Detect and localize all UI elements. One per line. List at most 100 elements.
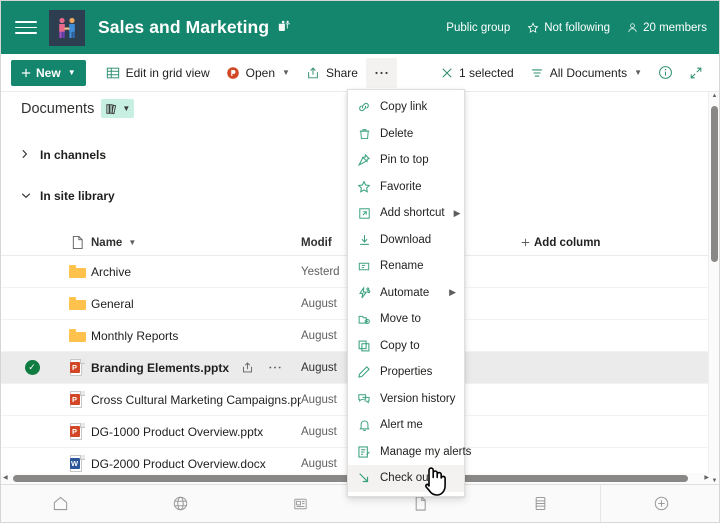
- chevron-down-icon: [21, 191, 31, 202]
- nav-group-label: In channels: [40, 148, 106, 162]
- edit-in-grid-view-label: Edit in grid view: [126, 66, 210, 80]
- check-circle-icon[interactable]: ✓: [25, 360, 40, 375]
- globe-icon: [172, 495, 189, 512]
- view-selector-button[interactable]: All Documents ▼: [522, 58, 650, 88]
- open-button[interactable]: Open ▼: [218, 58, 298, 88]
- column-header-filetype[interactable]: [63, 235, 91, 250]
- row-select-checkbox[interactable]: ✓: [1, 360, 63, 375]
- menu-item-label: Copy link: [380, 101, 427, 113]
- filter-lines-icon: [530, 66, 544, 80]
- move-folder-icon: [357, 313, 371, 326]
- menu-item-delete[interactable]: Delete: [348, 121, 464, 148]
- versions-icon: [357, 392, 371, 405]
- expand-button[interactable]: [681, 58, 711, 88]
- row-name-cell[interactable]: Archive: [91, 265, 301, 279]
- members-label: 20 members: [643, 22, 707, 34]
- share-icon[interactable]: [241, 361, 254, 374]
- bottom-nav-home[interactable]: [1, 485, 121, 522]
- row-name-cell[interactable]: Branding Elements.pptx: [91, 361, 301, 375]
- vertical-scrollbar-thumb[interactable]: [711, 106, 718, 262]
- edit-in-grid-view-button[interactable]: Edit in grid view: [98, 58, 218, 88]
- shortcut-arrow-icon: [357, 207, 371, 220]
- command-bar: New ▼ Edit in grid view Open ▼: [1, 54, 720, 92]
- row-file-icon: P: [63, 423, 91, 440]
- rename-icon: [357, 260, 371, 273]
- clear-selection-button[interactable]: 1 selected: [433, 58, 522, 88]
- column-header-name[interactable]: Name ▼: [91, 237, 301, 249]
- home-icon: [52, 495, 69, 512]
- details-pane-button[interactable]: [650, 58, 681, 88]
- row-name-cell[interactable]: General: [91, 297, 301, 311]
- share-button[interactable]: Share: [298, 58, 366, 88]
- scroll-right-arrow-icon[interactable]: ▶: [704, 474, 709, 481]
- chevron-down-icon: ▼: [634, 68, 642, 77]
- share-label: Share: [326, 66, 358, 80]
- file-icon: [413, 495, 428, 512]
- row-file-icon: [63, 297, 91, 310]
- row-file-icon: P: [63, 391, 91, 408]
- view-selector-label: All Documents: [550, 66, 627, 80]
- scroll-left-arrow-icon[interactable]: ◀: [3, 474, 8, 481]
- breadcrumb-documents-label[interactable]: Documents: [21, 101, 94, 117]
- person-icon: [627, 22, 638, 34]
- star-outline-icon: [527, 22, 539, 34]
- row-name-cell[interactable]: DG-1000 Product Overview.pptx: [91, 425, 301, 439]
- menu-item-check-out[interactable]: Check out: [348, 465, 464, 492]
- powerpoint-file-icon: P: [70, 359, 85, 376]
- menu-item-download[interactable]: Download: [348, 227, 464, 254]
- pin-icon: [357, 153, 371, 167]
- hamburger-icon[interactable]: [15, 17, 37, 39]
- menu-item-move-to[interactable]: Move to: [348, 306, 464, 333]
- follow-label: Not following: [544, 22, 610, 34]
- row-file-name: DG-1000 Product Overview.pptx: [91, 425, 263, 439]
- vertical-scrollbar[interactable]: ▲ ▼: [708, 92, 719, 485]
- download-icon: [357, 233, 371, 247]
- row-file-icon: P: [63, 359, 91, 376]
- nav-group-in-site-library[interactable]: In site library: [21, 189, 115, 203]
- menu-item-copy-link[interactable]: Copy link: [348, 94, 464, 121]
- menu-item-version-history[interactable]: Version history: [348, 386, 464, 413]
- menu-item-properties[interactable]: Properties: [348, 359, 464, 386]
- plus-icon: [21, 68, 31, 78]
- bottom-nav-list-database[interactable]: [480, 485, 600, 522]
- powerpoint-file-icon: P: [70, 391, 85, 408]
- menu-item-add-shortcut[interactable]: Add shortcut▶: [348, 200, 464, 227]
- row-file-name: DG-2000 Product Overview.docx: [91, 457, 266, 471]
- more-commands-button[interactable]: [366, 58, 397, 88]
- library-switcher-button[interactable]: ▼: [101, 99, 134, 118]
- ellipsis-icon[interactable]: [268, 365, 282, 370]
- menu-item-copy-to[interactable]: Copy to: [348, 333, 464, 360]
- add-column-button[interactable]: Add column: [521, 237, 711, 249]
- row-file-name: Archive: [91, 265, 131, 279]
- menu-item-label: Rename: [380, 260, 423, 272]
- bottom-nav-add-circle[interactable]: [601, 485, 720, 522]
- menu-item-label: Properties: [380, 366, 432, 378]
- chevron-down-icon: ▼: [128, 238, 136, 247]
- plus-icon: [521, 238, 530, 247]
- automate-flow-icon: [357, 286, 371, 300]
- menu-item-rename[interactable]: Rename: [348, 253, 464, 280]
- row-name-cell[interactable]: Cross Cultural Marketing Campaigns.pptx: [91, 393, 301, 407]
- site-header: Sales and Marketing Public group Not fol…: [1, 1, 720, 54]
- ellipsis-icon: [374, 70, 389, 76]
- menu-item-manage-my-alerts[interactable]: Manage my alerts: [348, 439, 464, 466]
- add-circle-icon: [653, 495, 670, 512]
- menu-item-pin-to-top[interactable]: Pin to top: [348, 147, 464, 174]
- bottom-nav-globe[interactable]: [121, 485, 241, 522]
- bottom-nav-news[interactable]: [241, 485, 361, 522]
- follow-button[interactable]: Not following: [527, 22, 610, 34]
- context-menu: Copy link DeletePin to top Favorite Add sho…: [347, 89, 465, 497]
- members-button[interactable]: 20 members: [627, 22, 707, 34]
- row-name-cell[interactable]: Monthly Reports: [91, 329, 301, 343]
- new-button[interactable]: New ▼: [11, 60, 86, 86]
- menu-item-label: Favorite: [380, 181, 422, 193]
- menu-item-label: Download: [380, 234, 431, 246]
- row-name-cell[interactable]: DG-2000 Product Overview.docx: [91, 457, 301, 471]
- nav-group-in-channels[interactable]: In channels: [21, 148, 106, 162]
- menu-item-alert-me[interactable]: Alert me: [348, 412, 464, 439]
- menu-item-favorite[interactable]: Favorite: [348, 174, 464, 201]
- menu-item-label: Manage my alerts: [380, 446, 471, 458]
- scroll-up-arrow-icon[interactable]: ▲: [709, 93, 720, 99]
- check-out-arrow-icon: [357, 471, 371, 485]
- menu-item-automate[interactable]: Automate▶: [348, 280, 464, 307]
